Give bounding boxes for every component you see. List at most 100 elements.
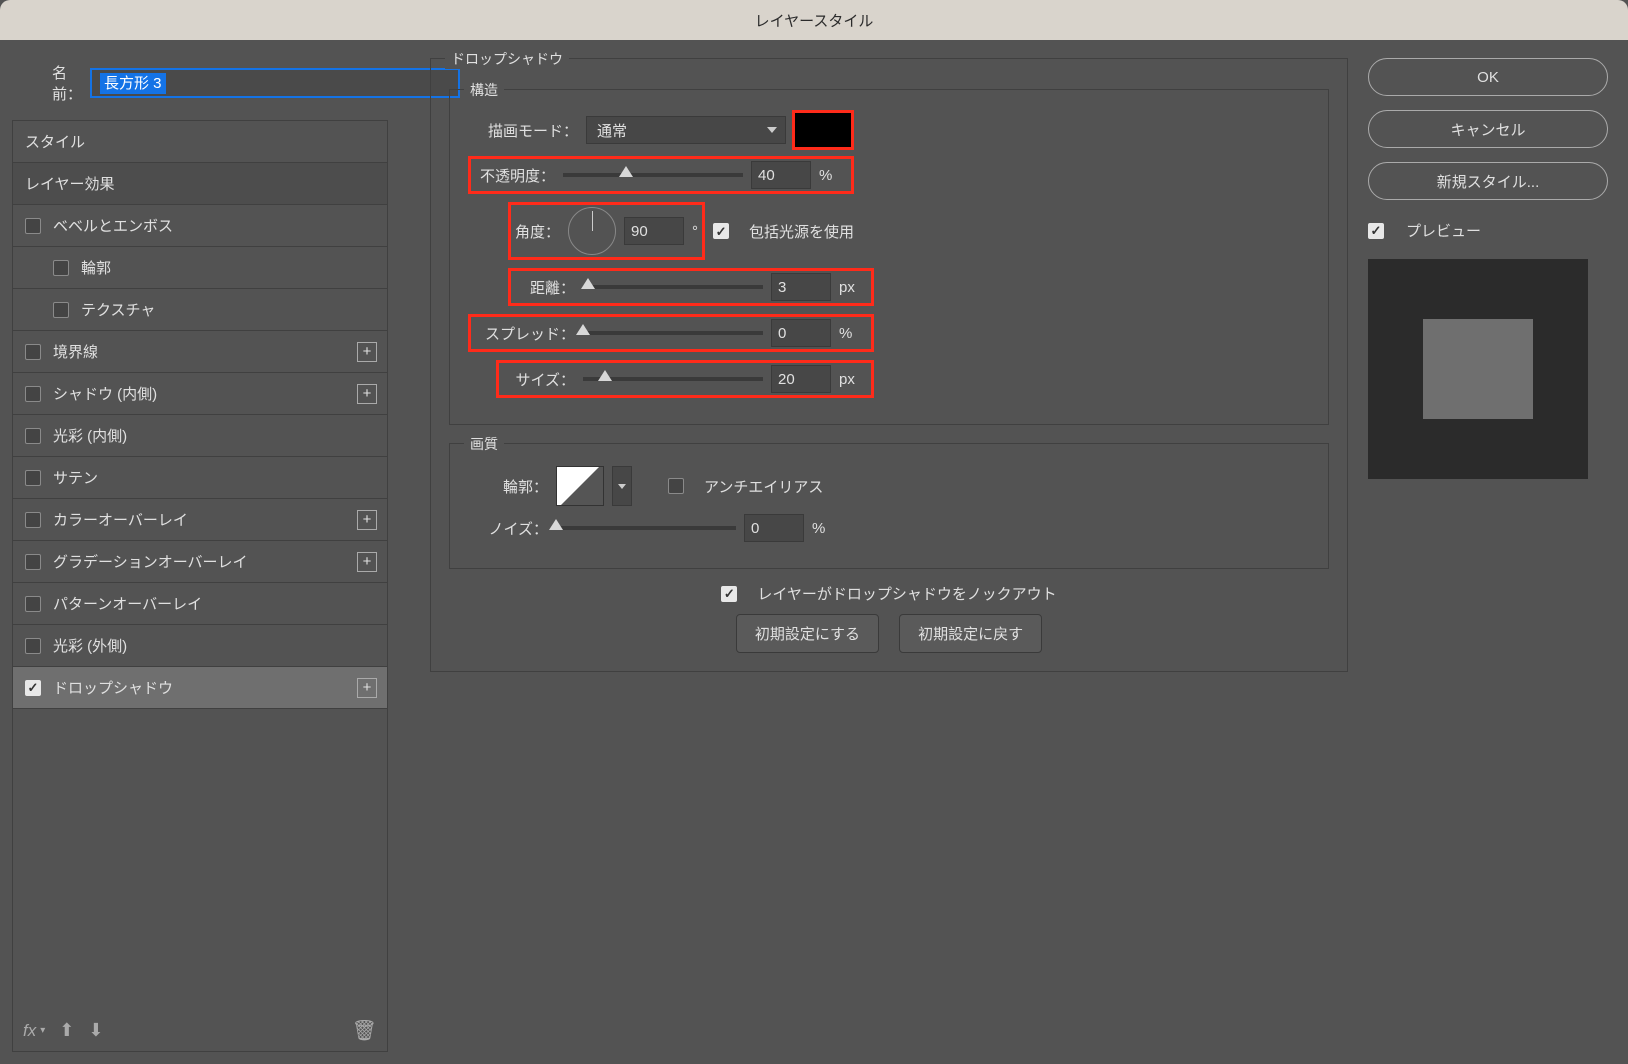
- distance-slider[interactable]: [583, 285, 763, 289]
- angle-input[interactable]: 90: [624, 217, 684, 245]
- knockout-label: レイヤーがドロップシャドウをノックアウト: [757, 583, 1056, 604]
- preview-thumbnail: [1423, 319, 1533, 419]
- contour-label: 輪郭：: [468, 476, 548, 497]
- style-label: 光彩 (外側): [53, 635, 127, 656]
- ok-button[interactable]: OK: [1368, 58, 1608, 96]
- checkbox-icon[interactable]: [25, 638, 41, 654]
- global-light-checkbox[interactable]: [713, 223, 729, 239]
- window-title: レイヤースタイル: [755, 10, 874, 31]
- knockout-checkbox[interactable]: [721, 586, 737, 602]
- move-up-icon[interactable]: ⬆: [59, 1020, 74, 1041]
- make-default-button[interactable]: 初期設定にする: [736, 614, 879, 653]
- checkbox-icon[interactable]: [25, 218, 41, 234]
- distance-highlight: 距離： 3 px: [508, 268, 874, 306]
- checkbox-icon[interactable]: [25, 428, 41, 444]
- new-style-button[interactable]: 新規スタイル...: [1368, 162, 1608, 200]
- checkbox-icon[interactable]: [53, 260, 69, 276]
- contour-swatch[interactable]: [556, 466, 604, 506]
- preview-label: プレビュー: [1406, 220, 1481, 241]
- noise-row: ノイズ： 0 %: [468, 514, 1310, 542]
- fx-caret-icon[interactable]: ▾: [40, 1025, 45, 1036]
- style-item-drop-shadow[interactable]: ドロップシャドウ +: [13, 667, 387, 709]
- reset-default-button[interactable]: 初期設定に戻す: [899, 614, 1042, 653]
- style-label: パターンオーバーレイ: [53, 593, 202, 614]
- spread-row: スプレッド： 0 %: [468, 314, 1310, 352]
- styles-header[interactable]: スタイル: [13, 121, 387, 163]
- distance-row: 距離： 3 px: [468, 268, 1310, 306]
- style-item-color-overlay[interactable]: カラーオーバーレイ +: [13, 499, 387, 541]
- opacity-unit: %: [819, 167, 847, 184]
- blend-mode-dropdown[interactable]: 通常: [586, 116, 786, 144]
- default-buttons-row: 初期設定にする 初期設定に戻す: [449, 614, 1329, 653]
- add-icon[interactable]: +: [357, 342, 377, 362]
- styles-footer: fx ▾ ⬆ ⬇ 🗑: [13, 1010, 387, 1051]
- spread-input[interactable]: 0: [771, 319, 831, 347]
- noise-input[interactable]: 0: [744, 514, 804, 542]
- angle-dial[interactable]: [568, 207, 616, 255]
- style-item-texture[interactable]: テクスチャ: [13, 289, 387, 331]
- preview-box: [1368, 259, 1588, 479]
- style-label: ベベルとエンボス: [53, 215, 173, 236]
- spread-slider[interactable]: [583, 331, 763, 335]
- noise-unit: %: [812, 520, 840, 537]
- checkbox-icon[interactable]: [25, 344, 41, 360]
- checkbox-icon[interactable]: [25, 512, 41, 528]
- opacity-row: 不透明度： 40 %: [468, 156, 1310, 194]
- style-label: ドロップシャドウ: [53, 677, 173, 698]
- antialias-checkbox[interactable]: [668, 478, 684, 494]
- style-item-satin[interactable]: サテン: [13, 457, 387, 499]
- checkbox-icon[interactable]: [25, 596, 41, 612]
- style-item-gradient-overlay[interactable]: グラデーションオーバーレイ +: [13, 541, 387, 583]
- distance-label: 距離：: [515, 277, 575, 298]
- angle-highlight: 角度： 90 °: [508, 202, 705, 260]
- opacity-slider[interactable]: [563, 173, 743, 177]
- checkbox-icon[interactable]: [25, 470, 41, 486]
- checkbox-icon[interactable]: [25, 554, 41, 570]
- add-icon[interactable]: +: [357, 678, 377, 698]
- add-icon[interactable]: +: [357, 552, 377, 572]
- checkbox-icon[interactable]: [53, 302, 69, 318]
- angle-unit: °: [692, 223, 698, 240]
- contour-dropdown-icon[interactable]: [612, 466, 632, 506]
- add-icon[interactable]: +: [357, 510, 377, 530]
- blend-mode-row: 描画モード： 通常: [468, 112, 1310, 148]
- style-item-outer-glow[interactable]: 光彩 (外側): [13, 625, 387, 667]
- styles-panel: スタイル レイヤー効果 ベベルとエンボス 輪郭 テクスチャ 境界線 + シ: [12, 120, 388, 1052]
- add-icon[interactable]: +: [357, 384, 377, 404]
- style-label: シャドウ (内側): [53, 383, 157, 404]
- styles-subheader[interactable]: レイヤー効果: [13, 163, 387, 205]
- fx-menu-icon[interactable]: fx: [23, 1021, 36, 1041]
- trash-icon[interactable]: 🗑: [352, 1018, 377, 1043]
- style-label: 光彩 (内側): [53, 425, 127, 446]
- antialias-label: アンチエイリアス: [704, 476, 823, 497]
- checkbox-icon[interactable]: [25, 680, 41, 696]
- noise-slider[interactable]: [556, 526, 736, 530]
- shadow-color-swatch[interactable]: [794, 112, 852, 148]
- size-label: サイズ：: [503, 369, 575, 390]
- center-column: ドロップシャドウ 構造 描画モード： 通常 不透明度： 40 %: [400, 40, 1368, 1064]
- size-unit: px: [839, 371, 867, 388]
- style-item-stroke[interactable]: 境界線 +: [13, 331, 387, 373]
- style-item-contour[interactable]: 輪郭: [13, 247, 387, 289]
- opacity-label: 不透明度：: [475, 165, 555, 186]
- cancel-button[interactable]: キャンセル: [1368, 110, 1608, 148]
- style-label: サテン: [53, 467, 98, 488]
- style-item-inner-shadow[interactable]: シャドウ (内側) +: [13, 373, 387, 415]
- preview-checkbox[interactable]: [1368, 223, 1384, 239]
- fieldset-legend: ドロップシャドウ: [445, 49, 569, 69]
- name-label: 名前：: [52, 62, 82, 104]
- style-label: テクスチャ: [81, 299, 155, 320]
- size-slider[interactable]: [583, 377, 763, 381]
- spread-label: スプレッド：: [475, 323, 575, 344]
- move-down-icon[interactable]: ⬇: [88, 1020, 103, 1041]
- contour-row: 輪郭： アンチエイリアス: [468, 466, 1310, 506]
- distance-input[interactable]: 3: [771, 273, 831, 301]
- style-item-bevel[interactable]: ベベルとエンボス: [13, 205, 387, 247]
- style-item-inner-glow[interactable]: 光彩 (内側): [13, 415, 387, 457]
- size-input[interactable]: 20: [771, 365, 831, 393]
- quality-legend: 画質: [464, 434, 504, 454]
- opacity-input[interactable]: 40: [751, 161, 811, 189]
- style-item-pattern-overlay[interactable]: パターンオーバーレイ: [13, 583, 387, 625]
- checkbox-icon[interactable]: [25, 386, 41, 402]
- structure-fieldset: 構造 描画モード： 通常 不透明度： 40 % 角度：: [449, 89, 1329, 425]
